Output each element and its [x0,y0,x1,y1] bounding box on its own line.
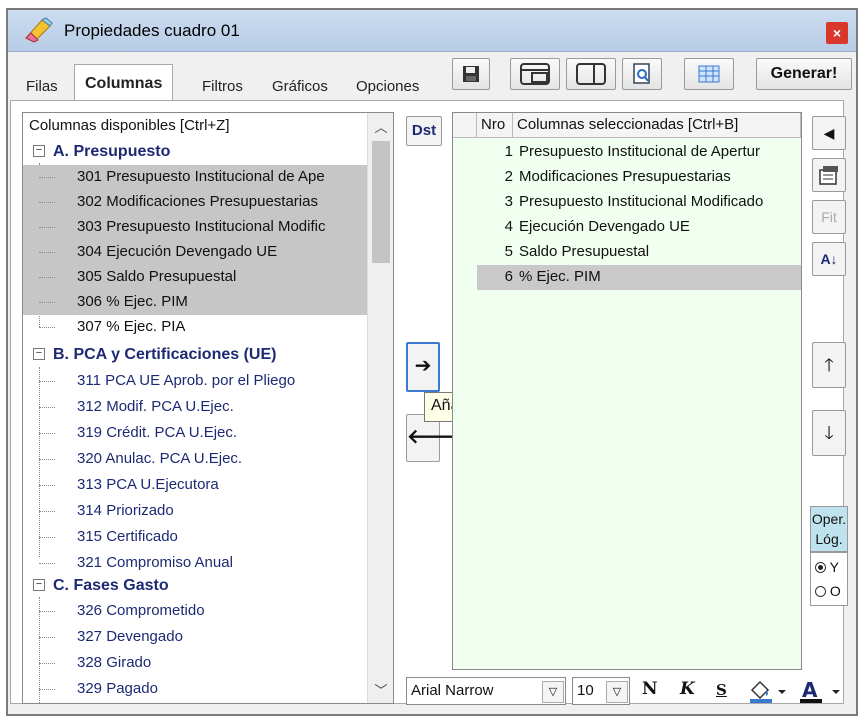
scroll-up-icon[interactable]: ︿ [368,117,393,136]
tree-item[interactable]: 302 Modificaciones Presupuestarias [23,190,367,215]
collapse-icon[interactable]: − [33,348,45,360]
table-row-selected[interactable]: 6% Ejec. PIM [453,265,801,290]
tree-item[interactable]: 301 Presupuesto Institucional de Ape [23,165,367,190]
table-button[interactable] [684,58,734,90]
tree-item[interactable]: 328 Girado [23,651,367,676]
tree-group-pca[interactable]: − B. PCA y Certificaciones (UE) [23,343,367,368]
font-family-select[interactable]: Arial Narrow ▽ [406,677,566,705]
available-columns-tree[interactable]: Columnas disponibles [Ctrl+Z] − A. Presu… [22,112,394,704]
tree-item[interactable]: 319 Crédit. PCA U.Ejec. [23,421,367,446]
collapse-left-button[interactable]: ◀ [812,116,846,150]
title-bar: Propiedades cuadro 01 × [8,10,856,52]
table-row[interactable]: 3 Presupuesto Institucional Modificado [453,190,801,215]
logical-operator-group: Y O [810,552,848,606]
layout-top-button[interactable] [510,58,560,90]
dst-button[interactable]: Dst [406,116,442,146]
properties-button[interactable] [812,158,846,192]
selected-columns-grid[interactable]: Nro Columnas seleccionadas [Ctrl+B] 1 Pre… [452,112,802,670]
font-size-select[interactable]: 10 ▽ [572,677,630,705]
tree-item[interactable]: 306 % Ejec. PIM [23,290,367,315]
tree-item[interactable]: 303 Presupuesto Institucional Modific [23,215,367,240]
tab-opciones[interactable]: Opciones [348,73,427,103]
available-columns-header: Columnas disponibles [Ctrl+Z] [29,117,230,134]
row-selector-header [453,113,477,138]
tree-item[interactable]: 326 Comprometido [23,599,367,624]
pencil-eraser-icon [25,17,53,43]
sort-az-button[interactable]: A↓ [812,242,846,276]
sort-az-icon: A↓ [820,251,838,267]
tree-item[interactable]: 320 Anulac. PCA U.Ejec. [23,447,367,472]
move-up-button[interactable]: 🡑 [812,342,846,388]
tree-item[interactable]: 329 Pagado [23,677,367,702]
radio-o[interactable]: O [815,583,847,599]
table-row[interactable]: 2 Modificaciones Presupuestarias [453,165,801,190]
tree-item[interactable]: 321 Compromiso Anual [23,551,367,576]
tab-filtros[interactable]: Filtros [194,73,251,103]
underline-button[interactable]: S [716,681,727,699]
tree-item[interactable]: 315 Certificado [23,525,367,550]
document-search-icon [633,63,650,84]
floppy-disk-icon [463,66,479,82]
tree-group-fases[interactable]: − C. Fases Gasto [23,574,367,599]
table-row[interactable]: 5 Saldo Presupuestal [453,240,801,265]
fit-button[interactable]: Fit [812,200,846,234]
move-down-button[interactable]: 🡓 [812,410,846,456]
preview-button[interactable] [622,58,662,90]
tree-item[interactable]: 307 % Ejec. PIA [23,315,367,340]
collapse-icon[interactable]: − [33,579,45,591]
logical-operator-label: Oper. Lóg. [810,506,848,552]
font-color-button[interactable]: A [798,678,850,704]
scroll-down-icon[interactable]: ﹀ [368,680,393,699]
radio-unselected-icon [815,586,826,597]
chevron-down-icon[interactable]: ▽ [542,681,564,703]
svg-text:A: A [802,678,818,702]
italic-button[interactable]: K [680,679,695,699]
table-row[interactable]: 4 Ejecución Devengado UE [453,215,801,240]
font-color-icon: A [800,678,840,703]
tree-item[interactable]: 304 Ejecución Devengado UE [23,240,367,265]
selected-columns-header: Columnas seleccionadas [Ctrl+B] [513,113,801,138]
arrow-up-icon: 🡑 [824,355,834,375]
triangle-left-icon: ◀ [823,125,835,141]
tree-group-presupuesto[interactable]: − A. Presupuesto [23,140,367,165]
vertical-scrollbar[interactable]: ︿ ﹀ [367,113,393,703]
arrow-down-icon: 🡓 [824,423,834,443]
chevron-down-icon[interactable]: ▽ [606,681,628,703]
generate-button[interactable]: Generar! [756,58,852,90]
bold-button[interactable]: N [642,679,658,699]
properties-icon [819,166,838,185]
table-row[interactable]: 1 Presupuesto Institucional de Apertur [453,140,801,165]
table-grid-icon [698,65,720,83]
tree-item[interactable]: 314 Priorizado [23,499,367,524]
window-title: Propiedades cuadro 01 [64,21,240,40]
scroll-thumb[interactable] [372,141,390,263]
save-button[interactable] [452,58,490,90]
collapse-icon[interactable]: − [33,145,45,157]
tree-item[interactable]: 305 Saldo Presupuestal [23,265,367,290]
arrow-right-icon: ➔ [414,355,432,377]
radio-y[interactable]: Y [815,559,847,575]
tab-columnas[interactable]: Columnas [74,64,174,105]
add-column-button[interactable]: ➔ [406,342,440,392]
tree-item[interactable]: 327 Devengado [23,625,367,650]
tree-item[interactable]: 311 PCA UE Aprob. por el Pliego [23,369,367,394]
tab-graficos[interactable]: Gráficos [264,73,336,103]
split-panel-icon [576,63,606,85]
nro-column-header: Nro [477,113,513,138]
fill-color-button[interactable] [746,678,790,704]
close-button[interactable]: × [826,22,848,44]
tab-filas[interactable]: Filas [18,73,66,103]
layout-split-button[interactable] [566,58,616,90]
tree-item[interactable]: 313 PCA U.Ejecutora [23,473,367,498]
paint-bucket-icon [750,680,786,703]
tree-item[interactable]: 312 Modif. PCA U.Ejec. [23,395,367,420]
layout-window-icon [520,63,550,85]
radio-selected-icon [815,562,826,573]
